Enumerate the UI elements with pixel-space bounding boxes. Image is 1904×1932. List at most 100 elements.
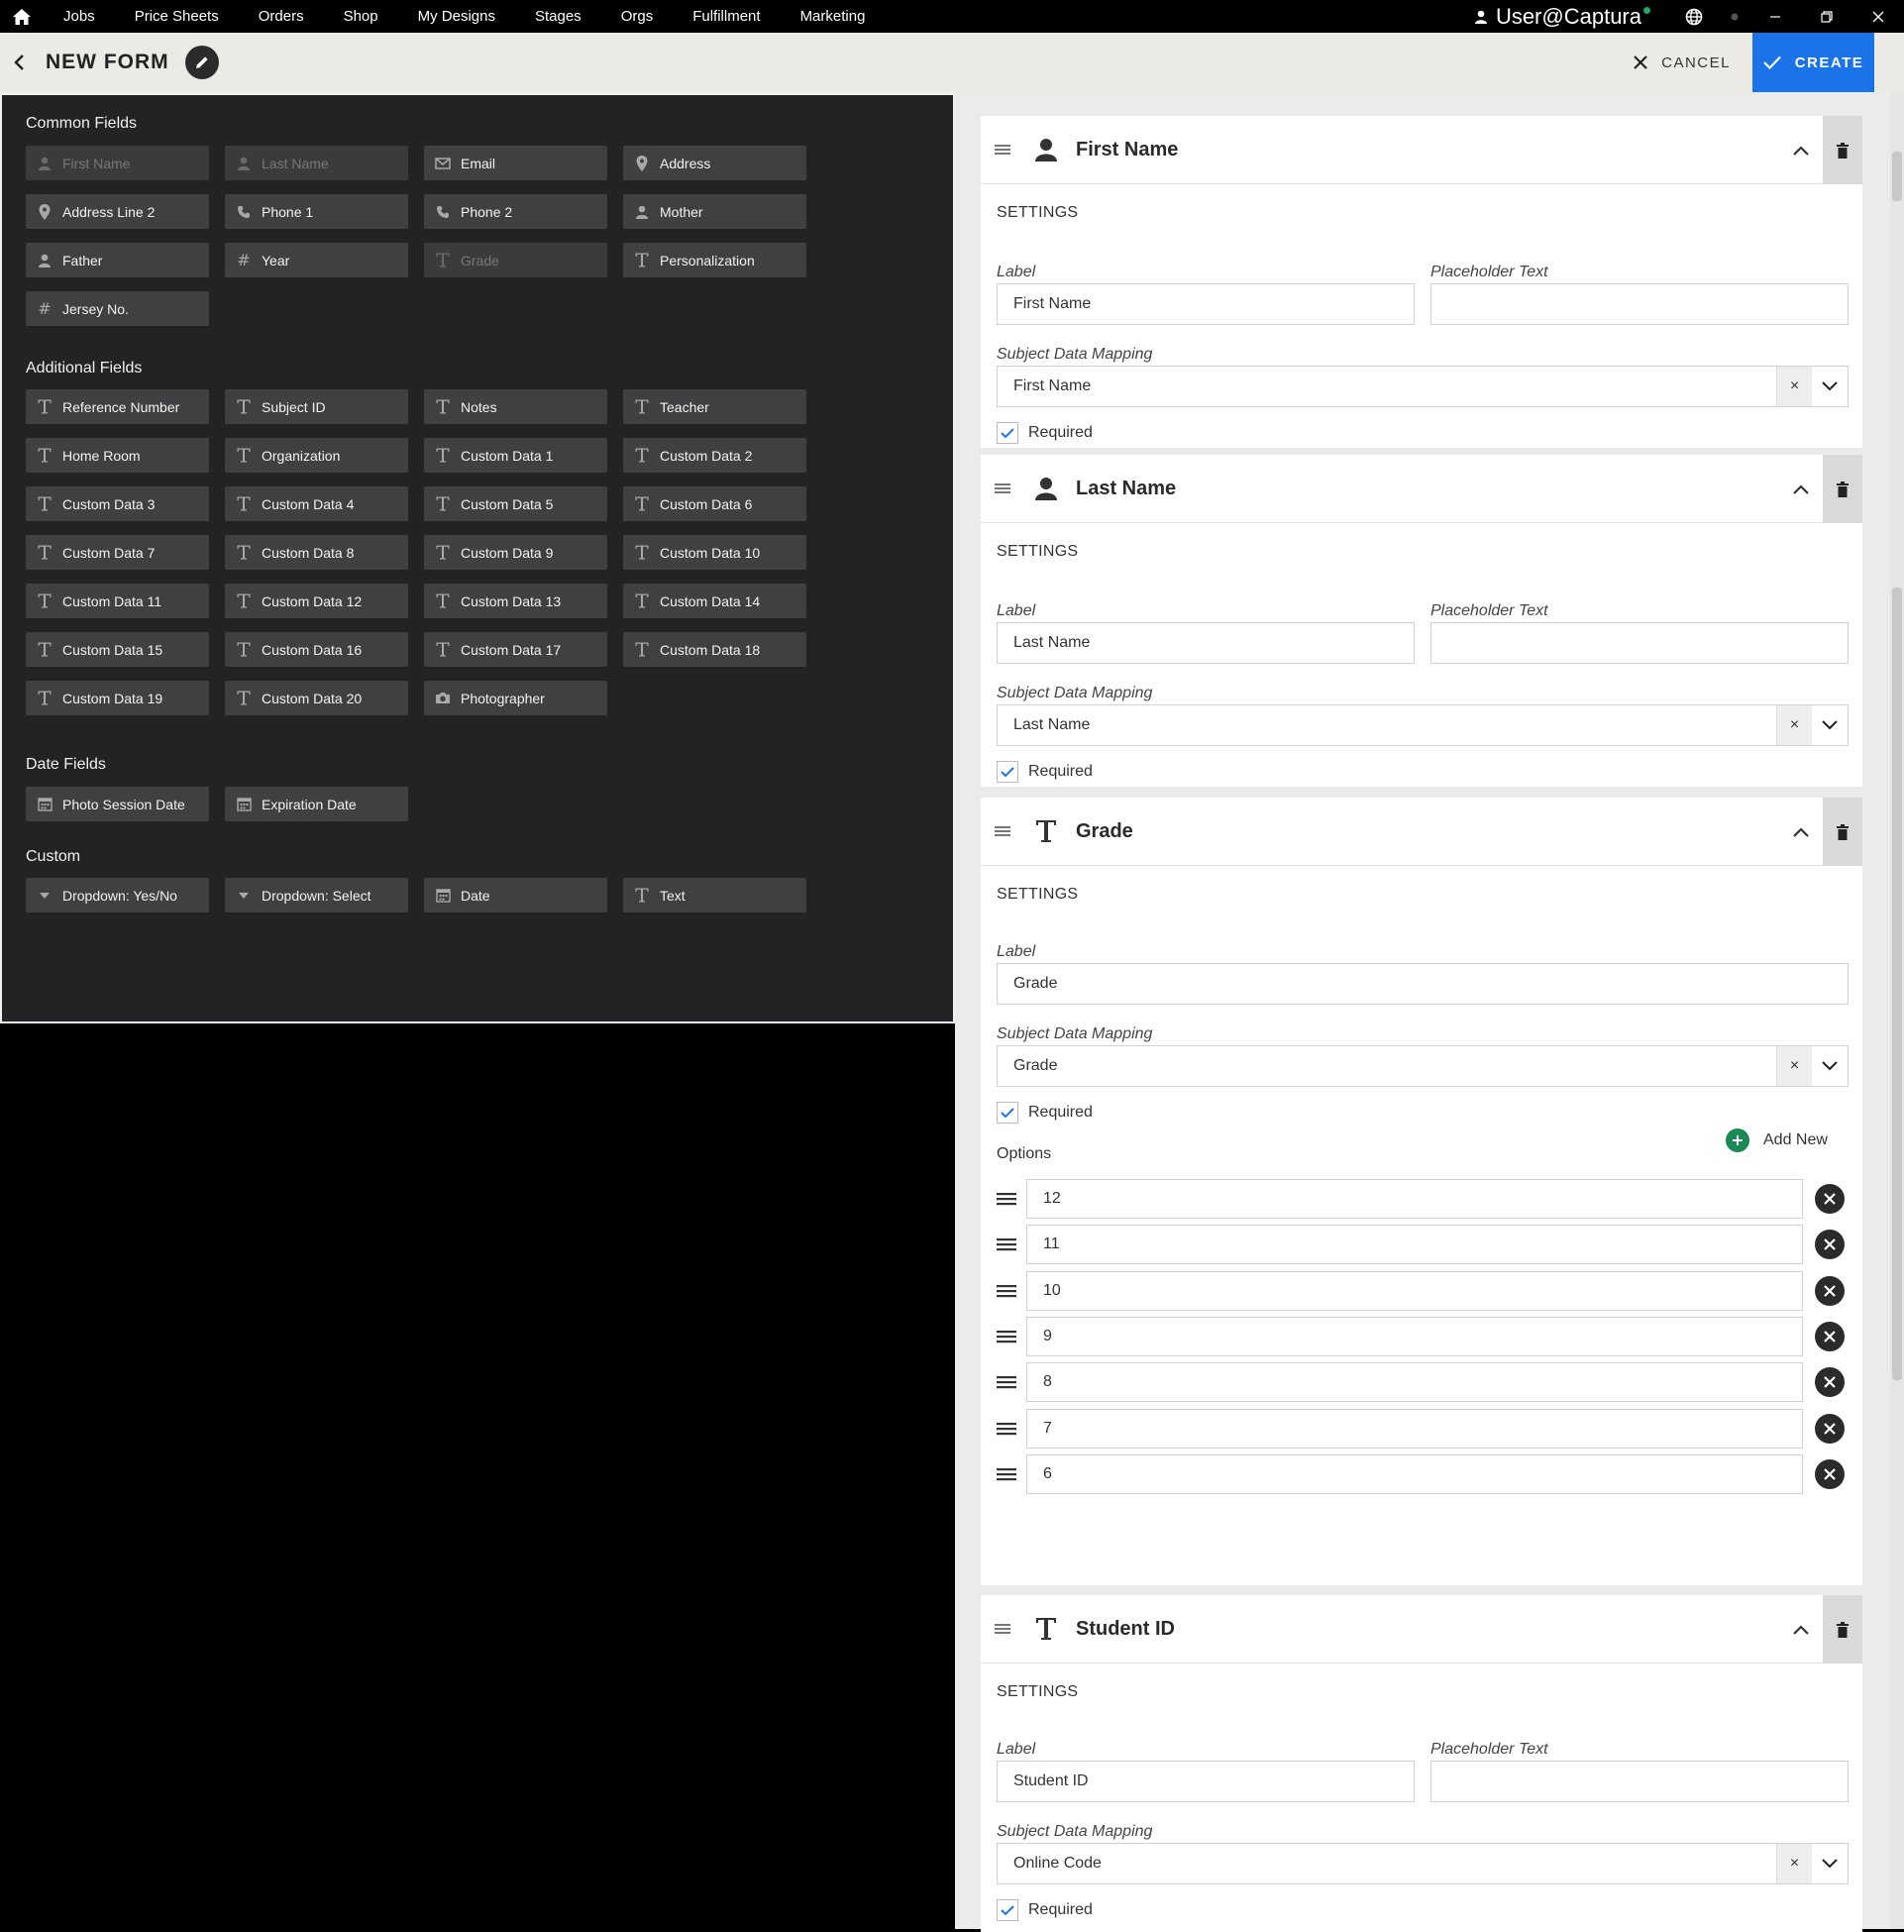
remove-option-button[interactable] bbox=[1815, 1184, 1845, 1214]
field-chip-custom-data-6[interactable]: Custom Data 6 bbox=[623, 486, 806, 521]
field-chip-custom-data-18[interactable]: Custom Data 18 bbox=[623, 632, 806, 667]
field-chip-email[interactable]: Email bbox=[424, 146, 607, 180]
field-chip-expiration-date[interactable]: Expiration Date bbox=[225, 787, 408, 821]
collapse-button[interactable] bbox=[1781, 455, 1821, 523]
field-chip-custom-data-5[interactable]: Custom Data 5 bbox=[424, 486, 607, 521]
mapping-select[interactable]: First Name × bbox=[997, 366, 1849, 407]
checkbox-checked[interactable] bbox=[997, 1899, 1018, 1921]
drag-handle-icon[interactable] bbox=[997, 1422, 1026, 1436]
field-chip-custom-data-9[interactable]: Custom Data 9 bbox=[424, 535, 607, 570]
field-chip-custom-data-19[interactable]: Custom Data 19 bbox=[26, 681, 209, 715]
field-chip-mother[interactable]: Mother bbox=[623, 194, 806, 229]
nav-item-orders[interactable]: Orders bbox=[239, 8, 324, 25]
field-chip-phone-1[interactable]: Phone 1 bbox=[225, 194, 408, 229]
checkbox-checked[interactable] bbox=[997, 422, 1018, 444]
option-input[interactable]: 6 bbox=[1026, 1453, 1803, 1494]
field-chip-year[interactable]: # Year bbox=[225, 243, 408, 277]
chevron-down-icon[interactable] bbox=[1812, 1844, 1848, 1883]
user-menu[interactable]: User@Captura bbox=[1456, 4, 1668, 30]
placeholder-input[interactable] bbox=[1430, 1761, 1849, 1802]
field-chip-address-line-2[interactable]: Address Line 2 bbox=[26, 194, 209, 229]
remove-option-button[interactable] bbox=[1815, 1458, 1845, 1489]
drag-handle-icon[interactable] bbox=[995, 144, 1030, 156]
nav-item-fulfillment[interactable]: Fulfillment bbox=[673, 8, 780, 25]
field-chip-father[interactable]: Father bbox=[26, 243, 209, 277]
scrollbar-thumb-secondary[interactable] bbox=[1892, 588, 1902, 1380]
field-chip-photographer[interactable]: Photographer bbox=[424, 681, 607, 715]
nav-item-orgs[interactable]: Orgs bbox=[601, 8, 674, 25]
field-chip-address[interactable]: Address bbox=[623, 146, 806, 180]
field-chip-custom-data-15[interactable]: Custom Data 15 bbox=[26, 632, 209, 667]
nav-item-my-designs[interactable]: My Designs bbox=[398, 8, 515, 25]
field-chip-custom-data-4[interactable]: Custom Data 4 bbox=[225, 486, 408, 521]
drag-handle-icon[interactable] bbox=[997, 1375, 1026, 1389]
field-chip-personalization[interactable]: Personalization bbox=[623, 243, 806, 277]
restore-icon[interactable] bbox=[1801, 10, 1852, 23]
nav-item-stages[interactable]: Stages bbox=[515, 8, 601, 25]
field-chip-subject-id[interactable]: Subject ID bbox=[225, 389, 408, 424]
delete-button[interactable] bbox=[1823, 798, 1862, 866]
field-chip-custom-data-3[interactable]: Custom Data 3 bbox=[26, 486, 209, 521]
collapse-button[interactable] bbox=[1781, 116, 1821, 184]
chevron-down-icon[interactable] bbox=[1812, 1046, 1848, 1086]
label-input[interactable]: Last Name bbox=[997, 622, 1415, 664]
add-new-option-button[interactable]: Add New bbox=[1726, 1128, 1828, 1152]
placeholder-input[interactable] bbox=[1430, 622, 1849, 664]
drag-handle-icon[interactable] bbox=[997, 1192, 1026, 1206]
drag-handle-icon[interactable] bbox=[997, 1330, 1026, 1343]
field-chip-jersey-no[interactable]: # Jersey No. bbox=[26, 291, 209, 326]
field-chip-home-room[interactable]: Home Room bbox=[26, 438, 209, 473]
checkbox-checked[interactable] bbox=[997, 761, 1018, 783]
field-chip-notes[interactable]: Notes bbox=[424, 389, 607, 424]
field-chip-custom-data-17[interactable]: Custom Data 17 bbox=[424, 632, 607, 667]
option-input[interactable]: 7 bbox=[1026, 1408, 1803, 1449]
nav-item-shop[interactable]: Shop bbox=[324, 8, 398, 25]
field-chip-custom-data-8[interactable]: Custom Data 8 bbox=[225, 535, 408, 570]
field-chip-custom-data-2[interactable]: Custom Data 2 bbox=[623, 438, 806, 473]
delete-button[interactable] bbox=[1823, 1595, 1862, 1664]
remove-option-button[interactable] bbox=[1815, 1275, 1845, 1306]
required-checkbox[interactable]: Required bbox=[997, 1102, 1093, 1124]
required-checkbox[interactable]: Required bbox=[997, 422, 1093, 444]
mapping-select[interactable]: Online Code × bbox=[997, 1843, 1849, 1884]
option-input[interactable]: 12 bbox=[1026, 1179, 1803, 1219]
remove-option-button[interactable] bbox=[1815, 1413, 1845, 1444]
required-checkbox[interactable]: Required bbox=[997, 761, 1093, 783]
scrollbar-thumb[interactable] bbox=[1892, 152, 1902, 201]
field-chip-organization[interactable]: Organization bbox=[225, 438, 408, 473]
field-chip-dropdown-yes-no[interactable]: Dropdown: Yes/No bbox=[26, 878, 209, 912]
field-chip-custom-data-16[interactable]: Custom Data 16 bbox=[225, 632, 408, 667]
field-chip-date[interactable]: Date bbox=[424, 878, 607, 912]
home-icon[interactable] bbox=[0, 0, 44, 33]
field-chip-custom-data-13[interactable]: Custom Data 13 bbox=[424, 584, 607, 618]
drag-handle-icon[interactable] bbox=[997, 1237, 1026, 1251]
field-chip-custom-data-12[interactable]: Custom Data 12 bbox=[225, 584, 408, 618]
drag-handle-icon[interactable] bbox=[997, 1467, 1026, 1481]
collapse-button[interactable] bbox=[1781, 798, 1821, 866]
field-chip-reference-number[interactable]: Reference Number bbox=[26, 389, 209, 424]
minimize-icon[interactable] bbox=[1749, 11, 1801, 23]
option-input[interactable]: 9 bbox=[1026, 1316, 1803, 1356]
field-chip-text[interactable]: Text bbox=[623, 878, 806, 912]
remove-option-button[interactable] bbox=[1815, 1230, 1845, 1260]
drag-handle-icon[interactable] bbox=[997, 1284, 1026, 1298]
field-chip-teacher[interactable]: Teacher bbox=[623, 389, 806, 424]
drag-handle-icon[interactable] bbox=[995, 483, 1030, 494]
field-chip-phone-2[interactable]: Phone 2 bbox=[424, 194, 607, 229]
option-input[interactable]: 10 bbox=[1026, 1270, 1803, 1311]
field-chip-custom-data-7[interactable]: Custom Data 7 bbox=[26, 535, 209, 570]
checkbox-checked[interactable] bbox=[997, 1102, 1018, 1124]
remove-option-button[interactable] bbox=[1815, 1321, 1845, 1351]
label-input[interactable]: First Name bbox=[997, 283, 1415, 325]
drag-handle-icon[interactable] bbox=[995, 825, 1030, 837]
clear-selection-icon[interactable]: × bbox=[1776, 367, 1812, 406]
placeholder-input[interactable] bbox=[1430, 283, 1849, 325]
delete-button[interactable] bbox=[1823, 455, 1862, 523]
clear-selection-icon[interactable]: × bbox=[1776, 1844, 1812, 1883]
nav-item-price-sheets[interactable]: Price Sheets bbox=[115, 8, 239, 25]
clear-selection-icon[interactable]: × bbox=[1776, 1046, 1812, 1086]
drag-handle-icon[interactable] bbox=[995, 1623, 1030, 1635]
close-window-icon[interactable] bbox=[1852, 11, 1904, 23]
globe-icon[interactable] bbox=[1668, 8, 1720, 26]
clear-selection-icon[interactable]: × bbox=[1776, 705, 1812, 745]
